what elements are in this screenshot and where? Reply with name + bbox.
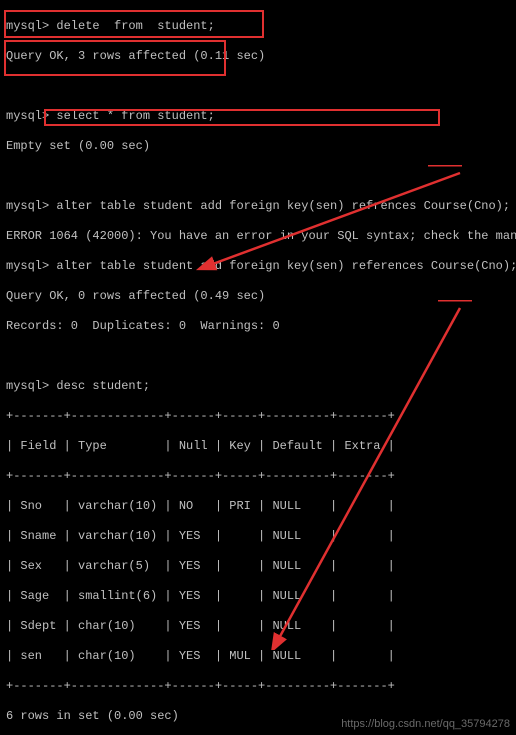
terminal-line: | Sno | varchar(10) | NO | PRI | NULL | … bbox=[6, 499, 395, 513]
terminal-line: mysql> alter table student add foreign k… bbox=[6, 199, 510, 213]
terminal-line: | Sname | varchar(10) | YES | | NULL | | bbox=[6, 529, 395, 543]
terminal-line: mysql> desc student; bbox=[6, 379, 150, 393]
terminal-line: Query OK, 0 rows affected (0.49 sec) bbox=[6, 289, 265, 303]
terminal-line: +-------+-------------+------+-----+----… bbox=[6, 469, 395, 483]
terminal-line: Records: 0 Duplicates: 0 Warnings: 0 bbox=[6, 319, 280, 333]
terminal-line: mysql> delete from student; bbox=[6, 19, 215, 33]
terminal-line: | Sdept | char(10) | YES | | NULL | | bbox=[6, 619, 395, 633]
terminal-line: +-------+-------------+------+-----+----… bbox=[6, 679, 395, 693]
terminal-line: | Sage | smallint(6) | YES | | NULL | | bbox=[6, 589, 395, 603]
terminal-line: Empty set (0.00 sec) bbox=[6, 139, 150, 153]
terminal-line: +-------+-------------+------+-----+----… bbox=[6, 409, 395, 423]
terminal-line: 6 rows in set (0.00 sec) bbox=[6, 709, 179, 723]
watermark-text: https://blog.csdn.net/qq_35794278 bbox=[341, 718, 510, 732]
terminal-line: | Sex | varchar(5) | YES | | NULL | | bbox=[6, 559, 395, 573]
terminal-line: ERROR 1064 (42000): You have an error in… bbox=[6, 229, 516, 243]
terminal-line: | sen | char(10) | YES | MUL | NULL | | bbox=[6, 649, 395, 663]
terminal-line: mysql> select * from student; bbox=[6, 109, 215, 123]
terminal-line: mysql> alter table student add foreign k… bbox=[6, 259, 516, 273]
terminal-screen[interactable]: mysql> delete from student; Query OK, 3 … bbox=[0, 0, 516, 735]
terminal-line: | Field | Type | Null | Key | Default | … bbox=[6, 439, 395, 453]
terminal-line: Query OK, 3 rows affected (0.11 sec) bbox=[6, 49, 265, 63]
